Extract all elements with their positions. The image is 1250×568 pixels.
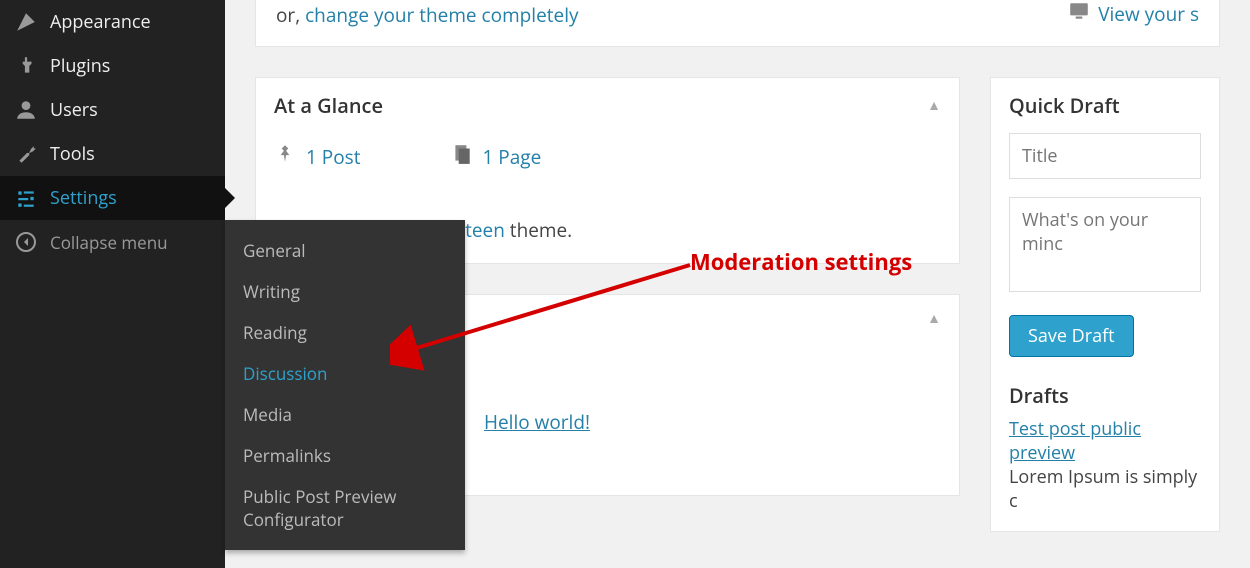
submenu-item-writing[interactable]: Writing [225,271,465,312]
sidebar-item-users[interactable]: Users [0,88,225,132]
sidebar-collapse[interactable]: Collapse menu [0,220,225,264]
sidebar-item-label: Users [50,98,98,122]
monitor-icon [1068,0,1090,28]
recent-draft-link[interactable]: Test post public preview [1009,417,1141,465]
page-icon [451,143,473,171]
submenu-item-general[interactable]: General [225,230,465,271]
plugins-icon [14,54,38,78]
users-icon [14,98,38,122]
quick-draft-title: Quick Draft [1009,92,1120,119]
sidebar-item-label: Plugins [50,54,110,78]
quick-draft-body: Save Draft Drafts Test post public previ… [991,133,1219,531]
sidebar-item-tools[interactable]: Tools [0,132,225,176]
at-a-glance-title: At a Glance [274,92,383,119]
glance-pages[interactable]: 1 Page [451,143,542,171]
collapse-label: Collapse menu [50,231,168,254]
at-a-glance-body: 1 Post 1 Page [256,143,959,189]
welcome-panel: or, change your theme completely View yo… [255,0,1220,47]
sidebar-item-label: Tools [50,142,95,166]
posts-count: 1 Post [306,144,361,170]
change-theme-prefix: or, [276,2,305,28]
sidebar-item-plugins[interactable]: Plugins [0,44,225,88]
view-site-link[interactable]: View your s [1068,0,1199,28]
submenu-item-ppp[interactable]: Public Post Preview Configurator [225,476,465,540]
save-draft-button[interactable]: Save Draft [1009,315,1134,357]
sidebar-item-appearance[interactable]: Appearance [0,0,225,44]
change-theme-line: or, change your theme completely [276,2,579,28]
glance-posts[interactable]: 1 Post [274,143,361,171]
settings-submenu: General Writing Reading Discussion Media… [225,220,465,550]
at-a-glance-header: At a Glance ▲ [256,78,959,133]
recent-draft-desc: Lorem Ipsum is simply c [1009,465,1201,513]
collapse-toggle-icon[interactable]: ▲ [927,96,941,115]
sidebar-item-label: Settings [50,186,117,210]
pages-count: 1 Page [483,144,542,170]
column-side: Quick Draft Save Draft Drafts Test post … [990,77,1220,562]
annotation-label: Moderation settings [690,247,912,277]
sidebar-item-label: Appearance [50,10,151,34]
activity-post-link[interactable]: Hello world! [484,409,941,435]
pin-icon [274,143,296,171]
quick-draft-header: Quick Draft [991,78,1219,133]
view-site-label: View your s [1098,1,1199,27]
collapse-toggle-icon[interactable]: ▲ [927,309,941,328]
submenu-item-permalinks[interactable]: Permalinks [225,435,465,476]
collapse-icon [14,230,38,254]
submenu-item-media[interactable]: Media [225,394,465,435]
running-suffix: theme. [505,217,572,243]
draft-title-input[interactable] [1009,133,1201,179]
draft-content-textarea[interactable] [1009,197,1201,292]
drafts-heading: Drafts [1009,382,1201,409]
change-theme-link[interactable]: change your theme completely [305,2,578,28]
sidebar-item-settings[interactable]: Settings [0,176,225,220]
submenu-item-reading[interactable]: Reading [225,312,465,353]
submenu-item-discussion[interactable]: Discussion [225,353,465,394]
quick-draft-box: Quick Draft Save Draft Drafts Test post … [990,77,1220,532]
tools-icon [14,142,38,166]
appearance-icon [14,10,38,34]
settings-icon [14,186,38,210]
admin-sidebar: Appearance Plugins Users Tools Settings … [0,0,225,568]
